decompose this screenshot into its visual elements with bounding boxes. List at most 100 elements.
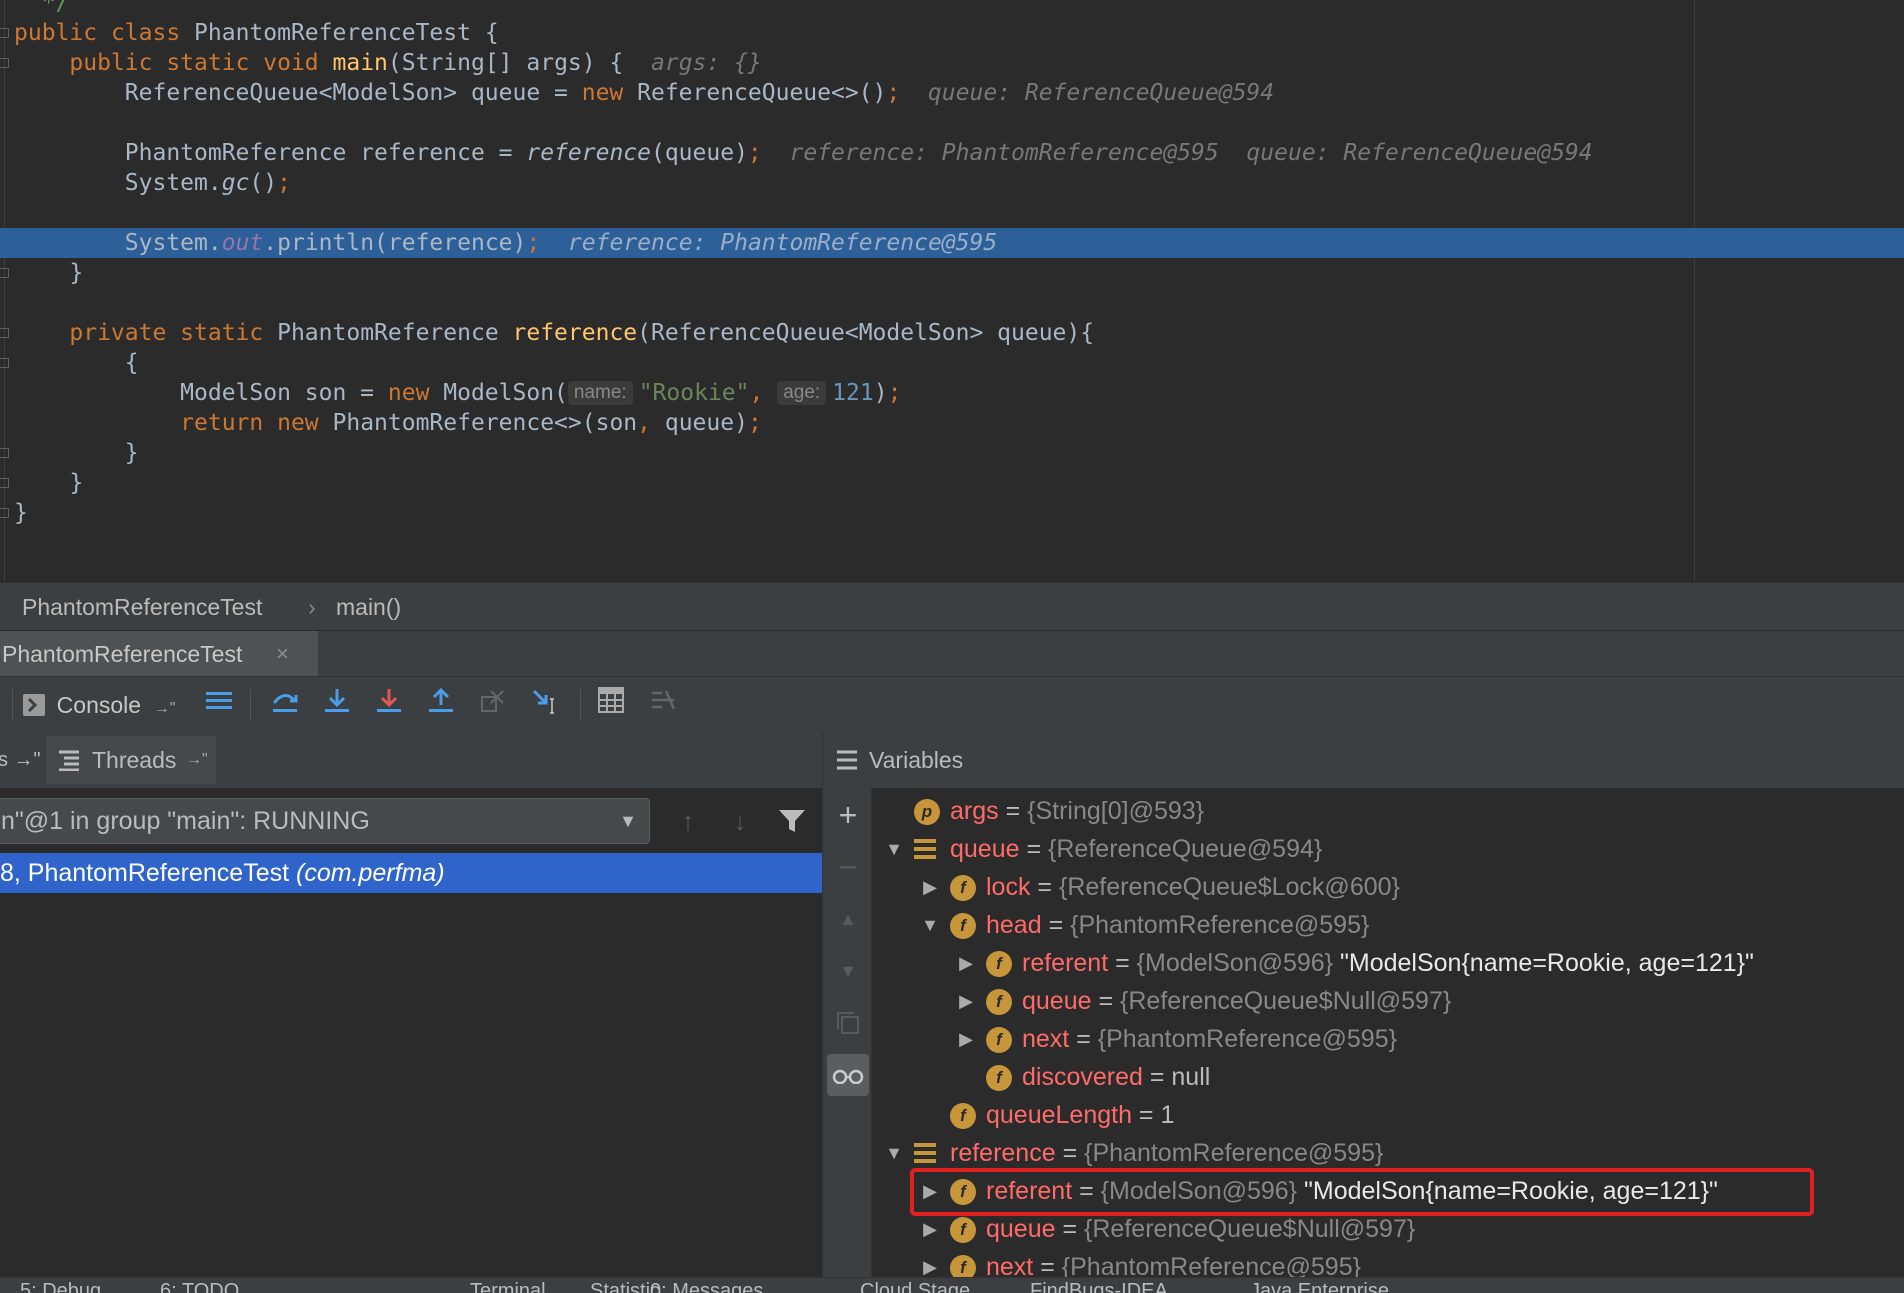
- variable-name: head: [986, 911, 1042, 939]
- step-out-icon[interactable]: [424, 687, 458, 723]
- collapse-icon[interactable]: ▼: [920, 906, 940, 944]
- tool-window-button[interactable]: 5: Debug: [20, 1278, 101, 1293]
- console-tab[interactable]: Console →": [22, 687, 186, 723]
- evaluate-expression-icon[interactable]: [594, 687, 628, 723]
- fold-marker-icon[interactable]: [0, 58, 9, 68]
- menu-icon[interactable]: [204, 687, 234, 723]
- expand-icon[interactable]: ▶: [956, 1020, 976, 1058]
- add-watch-icon[interactable]: +: [827, 794, 869, 836]
- code-line[interactable]: public static void main(String[] args) {…: [0, 48, 1904, 78]
- code-line[interactable]: [0, 288, 1904, 318]
- fold-marker-icon[interactable]: [0, 478, 9, 488]
- variable-row-queuelength[interactable]: f queueLength = 1: [872, 1096, 1904, 1134]
- close-icon[interactable]: ×: [276, 631, 289, 677]
- drop-frame-icon[interactable]: [476, 687, 510, 723]
- parameter-hint: name:: [567, 381, 633, 405]
- variable-row-queue[interactable]: ▶ f queue = {ReferenceQueue$Null@597}: [872, 982, 1904, 1020]
- variable-row-reference[interactable]: ▼ reference = {PhantomReference@595}: [872, 1134, 1904, 1172]
- breadcrumb-class[interactable]: PhantomReferenceTest: [22, 583, 262, 631]
- expand-icon[interactable]: ▶: [920, 1248, 940, 1277]
- code-line[interactable]: ReferenceQueue<ModelSon> queue = new Ref…: [0, 78, 1904, 108]
- remove-watch-icon[interactable]: −: [827, 846, 869, 888]
- collapse-icon[interactable]: ▼: [884, 1134, 904, 1172]
- code-line[interactable]: }: [0, 498, 1904, 528]
- equals-sign: =: [1055, 1139, 1085, 1167]
- breadcrumb-method[interactable]: main(): [336, 583, 401, 631]
- code-token: ;: [747, 410, 762, 436]
- variable-row-discovered[interactable]: f discovered = null: [872, 1058, 1904, 1096]
- code-line[interactable]: private static PhantomReference referenc…: [0, 318, 1904, 348]
- equals-sign: =: [1131, 1101, 1161, 1129]
- code-line[interactable]: {: [0, 348, 1904, 378]
- code-token: new: [277, 410, 333, 436]
- code-text: private static PhantomReference referenc…: [14, 318, 1094, 348]
- code-line[interactable]: }: [0, 258, 1904, 288]
- trace-icon[interactable]: [646, 687, 680, 723]
- filter-icon[interactable]: [772, 798, 812, 844]
- variable-row-queue[interactable]: ▼ queue = {ReferenceQueue@594}: [872, 830, 1904, 868]
- code-line[interactable]: }: [0, 438, 1904, 468]
- debugger-toolbar: Console →": [0, 676, 1904, 734]
- code-line[interactable]: PhantomReference reference = reference(q…: [0, 138, 1904, 168]
- code-text: {: [14, 348, 139, 378]
- collapse-icon[interactable]: ▼: [884, 830, 904, 868]
- code-line[interactable]: System.gc();: [0, 168, 1904, 198]
- step-into-icon[interactable]: [320, 687, 354, 723]
- stack-frame-row[interactable]: 8, PhantomReferenceTest (com.perfma): [0, 853, 822, 893]
- code-token: PhantomReference: [277, 320, 513, 346]
- frames-tab-label[interactable]: s →": [0, 732, 41, 788]
- code-token: }: [14, 470, 84, 496]
- tool-window-button[interactable]: Java Enterprise: [1250, 1278, 1389, 1293]
- run-to-cursor-icon[interactable]: [528, 687, 562, 723]
- move-up-icon[interactable]: ▲: [827, 898, 869, 940]
- variable-row-args[interactable]: p args = {String[0]@593}: [872, 792, 1904, 830]
- step-over-icon[interactable]: [268, 687, 302, 723]
- duplicate-icon[interactable]: [827, 1002, 869, 1044]
- code-line[interactable]: [0, 198, 1904, 228]
- code-line[interactable]: return new PhantomReference<>(son, queue…: [0, 408, 1904, 438]
- fold-marker-icon[interactable]: [0, 448, 9, 458]
- variable-name: queue: [950, 835, 1020, 863]
- tool-window-button[interactable]: FindBugs-IDEA: [1030, 1278, 1168, 1293]
- fold-marker-icon[interactable]: [0, 508, 9, 518]
- code-token: .println(reference): [263, 230, 527, 256]
- fold-marker-icon[interactable]: [0, 328, 9, 338]
- force-step-into-icon[interactable]: [372, 687, 406, 723]
- variable-row-next[interactable]: ▶ f next = {PhantomReference@595}: [872, 1248, 1904, 1277]
- fold-marker-icon[interactable]: [0, 268, 9, 278]
- arrow-up-icon[interactable]: ↑: [668, 798, 708, 844]
- tool-window-button[interactable]: 0: Messages: [650, 1278, 763, 1293]
- move-down-icon[interactable]: ▼: [827, 950, 869, 992]
- thread-selector[interactable]: n"@1 in group "main": RUNNING ▼: [0, 798, 650, 844]
- variable-name: queue: [986, 1215, 1056, 1243]
- code-text: public static void main(String[] args) {…: [14, 48, 761, 78]
- code-line[interactable]: ModelSon son = new ModelSon(name: "Rookie…: [0, 378, 1904, 408]
- pin-icon[interactable]: →": [186, 732, 208, 788]
- execution-point-line[interactable]: System.out.println(reference); reference…: [0, 228, 1904, 258]
- tool-window-button[interactable]: Terminal: [470, 1278, 546, 1293]
- code-editor[interactable]: */ public class PhantomReferenceTest { pu…: [0, 0, 1904, 582]
- expand-icon[interactable]: ▶: [956, 944, 976, 982]
- fold-marker-icon[interactable]: [0, 358, 9, 368]
- code-line[interactable]: public class PhantomReferenceTest {: [0, 18, 1904, 48]
- pin-icon[interactable]: →": [154, 700, 176, 717]
- expand-icon[interactable]: ▶: [956, 982, 976, 1020]
- variable-row-head[interactable]: ▼ f head = {PhantomReference@595}: [872, 906, 1904, 944]
- code-line[interactable]: */: [0, 0, 1904, 18]
- code-text: }: [14, 468, 83, 498]
- variable-text: lock = {ReferenceQueue$Lock@600}: [986, 868, 1400, 906]
- debug-session-tab[interactable]: PhantomReferenceTest ×: [0, 631, 318, 677]
- show-watches-icon[interactable]: [827, 1054, 869, 1096]
- local-variable-icon: [914, 839, 936, 859]
- variable-row-referent[interactable]: ▶ f referent = {ModelSon@596} "ModelSon{na…: [872, 944, 1904, 982]
- code-line[interactable]: [0, 108, 1904, 138]
- tool-window-button[interactable]: Cloud Stage: [860, 1278, 970, 1293]
- arrow-down-icon[interactable]: ↓: [720, 798, 760, 844]
- fold-marker-icon[interactable]: [0, 28, 9, 38]
- expand-icon[interactable]: ▶: [920, 868, 940, 906]
- code-line[interactable]: }: [0, 468, 1904, 498]
- variable-row-lock[interactable]: ▶ f lock = {ReferenceQueue$Lock@600}: [872, 868, 1904, 906]
- variable-row-next[interactable]: ▶ f next = {PhantomReference@595}: [872, 1020, 1904, 1058]
- code-text: System.out.println(reference); reference…: [14, 228, 997, 258]
- tool-window-button[interactable]: 6: TODO: [160, 1278, 239, 1293]
